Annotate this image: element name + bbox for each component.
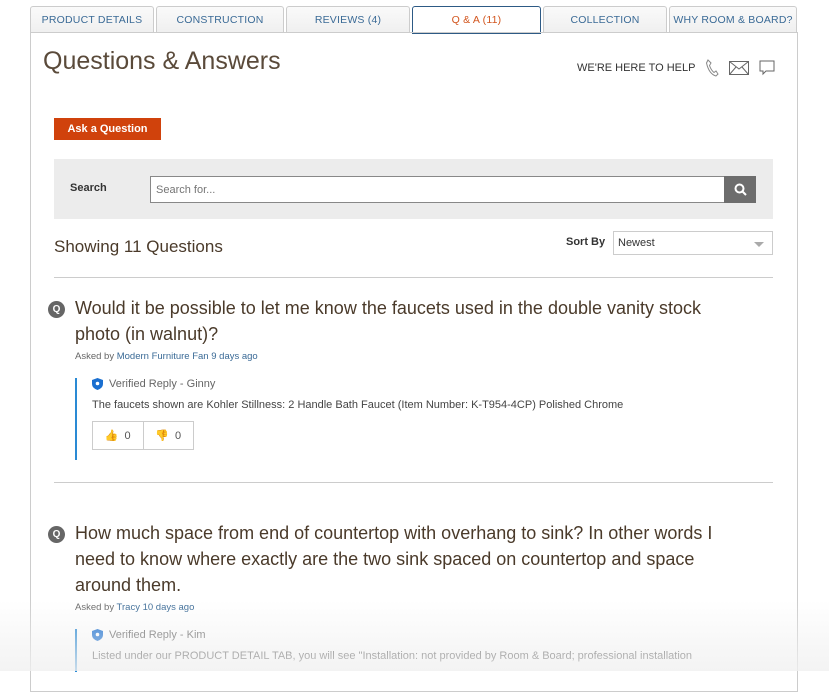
sort-label: Sort By	[566, 236, 606, 248]
question-age: 10 days ago	[142, 602, 195, 613]
verified-shield-icon	[92, 378, 103, 390]
verified-reply: Verified Reply - Ginny The faucets shown…	[75, 378, 748, 460]
tab-qa[interactable]: Q & A (11)	[412, 6, 541, 34]
search-icon	[734, 183, 747, 196]
tab-construction[interactable]: CONSTRUCTION	[156, 6, 284, 33]
help-label: WE'RE HERE TO HELP	[577, 62, 696, 74]
chat-icon[interactable]	[759, 60, 775, 76]
phone-icon[interactable]	[705, 59, 720, 77]
unhelpful-count: 0	[175, 429, 182, 442]
author-link[interactable]: Tracy	[117, 602, 140, 613]
verified-shield-icon	[92, 629, 103, 641]
helpful-button[interactable]: 👍 0	[93, 422, 143, 449]
reply-title: Verified Reply - Kim	[109, 629, 206, 641]
verified-reply: Verified Reply - Kim Listed under our PR…	[75, 629, 748, 672]
tab-reviews[interactable]: REVIEWS (4)	[286, 6, 410, 33]
search-label: Search	[70, 182, 107, 194]
thumbs-down-icon: 👎	[155, 430, 170, 442]
question-text: How much space from end of countertop wi…	[75, 523, 713, 595]
unhelpful-button[interactable]: 👎 0	[142, 422, 194, 449]
question-age: 9 days ago	[211, 351, 258, 362]
search-button[interactable]	[724, 176, 756, 203]
tab-why-room-board[interactable]: WHY ROOM & BOARD?	[669, 6, 797, 33]
question-count: Showing 11 Questions	[54, 237, 223, 256]
question-icon: Q	[48, 301, 65, 318]
qa-panel: Questions & Answers WE'RE HERE TO HELP A…	[30, 32, 798, 692]
help-bar: WE'RE HERE TO HELP	[577, 59, 775, 77]
author-link[interactable]: Modern Furniture Fan	[117, 351, 209, 362]
question-item: Q How much space from end of countertop …	[48, 520, 748, 672]
thumbs-up-icon: 👍	[104, 430, 119, 442]
ask-question-button[interactable]: Ask a Question	[54, 118, 161, 140]
reply-title: Verified Reply - Ginny	[109, 378, 216, 390]
asked-by-label: Asked by	[75, 602, 115, 613]
question-icon: Q	[48, 526, 65, 543]
page-title: Questions & Answers	[43, 47, 281, 75]
chevron-down-icon	[754, 242, 764, 252]
tab-product-details[interactable]: PRODUCT DETAILS	[30, 6, 154, 33]
asked-by-label: Asked by	[75, 351, 115, 362]
search-bar: Search	[54, 159, 773, 219]
sort-select[interactable]: Newest	[613, 231, 773, 255]
question-text: Would it be possible to let me know the …	[75, 298, 702, 344]
reply-text: The faucets shown are Kohler Stillness: …	[92, 399, 624, 411]
divider	[54, 277, 773, 278]
question-item: Q Would it be possible to let me know th…	[48, 295, 748, 460]
reply-text: Listed under our PRODUCT DETAIL TAB, you…	[92, 650, 693, 662]
search-input[interactable]	[150, 176, 725, 203]
helpful-count: 0	[124, 429, 131, 442]
tab-collection[interactable]: COLLECTION	[543, 6, 667, 33]
vote-buttons: 👍 0 👎 0	[92, 421, 194, 450]
divider	[54, 482, 773, 483]
sort-value: Newest	[618, 237, 655, 249]
mail-icon[interactable]	[729, 61, 750, 75]
tab-bar: PRODUCT DETAILS CONSTRUCTION REVIEWS (4)…	[30, 6, 799, 34]
